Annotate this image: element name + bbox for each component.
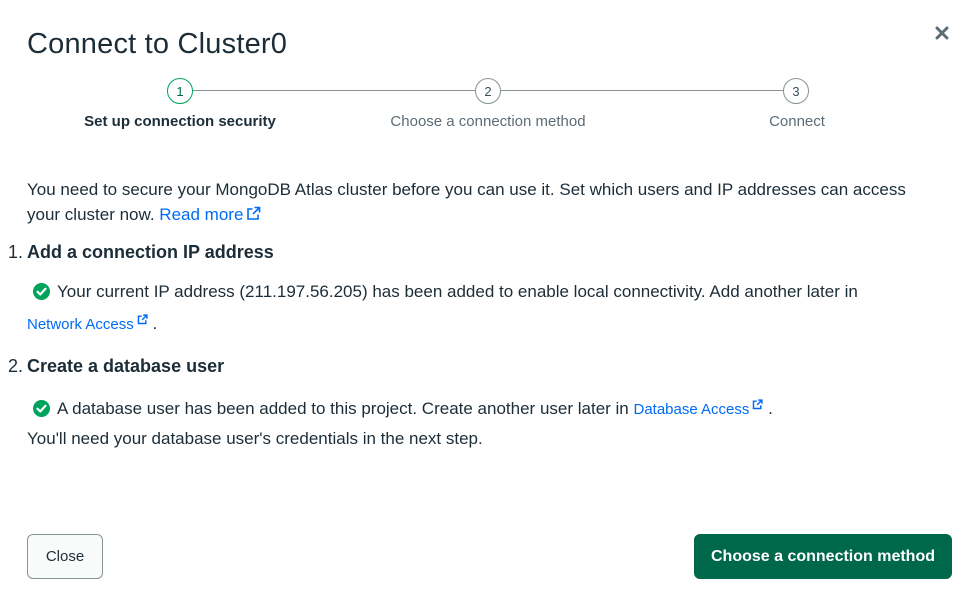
close-button[interactable]: Close bbox=[27, 534, 103, 579]
user-status: A database user has been added to this p… bbox=[27, 391, 947, 424]
step-1-label: Set up connection security bbox=[84, 113, 276, 130]
section-2-title: Create a database user bbox=[27, 356, 225, 376]
step-1-indicator: 1 bbox=[167, 78, 193, 104]
read-more-label: Read more bbox=[159, 205, 244, 224]
credentials-note: You'll need your database user's credent… bbox=[27, 429, 483, 448]
stepper-connector bbox=[193, 90, 475, 91]
intro-paragraph: You need to secure your MongoDB Atlas cl… bbox=[27, 177, 937, 228]
step-2-label: Choose a connection method bbox=[390, 113, 586, 130]
external-link-icon bbox=[752, 391, 764, 420]
section-1-title: Add a connection IP address bbox=[27, 242, 274, 262]
external-link-icon bbox=[246, 203, 261, 228]
step-2-indicator: 2 bbox=[475, 78, 501, 104]
modal-title: Connect to Cluster0 bbox=[27, 28, 288, 60]
close-icon[interactable] bbox=[930, 21, 954, 45]
external-link-icon bbox=[137, 306, 148, 335]
database-access-link[interactable]: Database Access bbox=[633, 399, 764, 418]
network-access-link[interactable]: Network Access bbox=[27, 314, 148, 333]
check-circle-icon bbox=[33, 283, 50, 300]
ip-status-text: Your current IP address (211.197.56.205)… bbox=[57, 282, 858, 301]
step-3-indicator: 3 bbox=[783, 78, 809, 104]
user-status-text: A database user has been added to this p… bbox=[57, 399, 629, 418]
network-access-label: Network Access bbox=[27, 316, 134, 333]
ip-status: Your current IP address (211.197.56.205)… bbox=[27, 277, 947, 339]
step-3-label: Connect bbox=[769, 113, 825, 130]
connect-modal: Connect to Cluster0 1 2 3 Set up connect… bbox=[0, 0, 974, 599]
check-circle-icon bbox=[33, 400, 50, 417]
section-2-number: 2. bbox=[8, 356, 24, 376]
ip-status-suffix: . bbox=[152, 314, 158, 333]
choose-connection-method-button[interactable]: Choose a connection method bbox=[694, 534, 952, 579]
user-status-suffix: . bbox=[768, 399, 773, 418]
read-more-link[interactable]: Read more bbox=[159, 205, 261, 224]
stepper-connector bbox=[501, 90, 783, 91]
database-access-label: Database Access bbox=[633, 401, 750, 418]
section-1-number: 1. bbox=[8, 242, 24, 262]
stepper: 1 2 3 Set up connection security Choose … bbox=[0, 76, 974, 136]
